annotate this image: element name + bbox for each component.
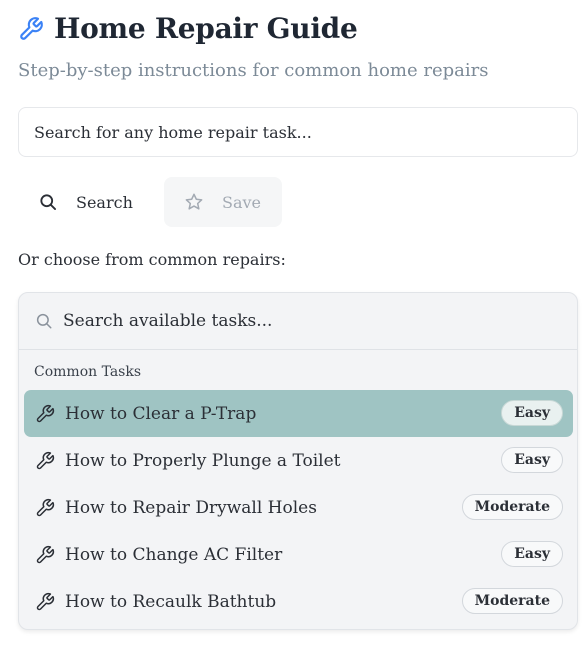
main-search-box — [18, 107, 578, 157]
task-item[interactable]: How to Repair Drywall Holes Moderate — [24, 484, 573, 531]
search-icon — [40, 194, 56, 210]
difficulty-badge: Moderate — [461, 588, 563, 614]
difficulty-badge: Easy — [501, 447, 563, 473]
group-label-common-tasks: Common Tasks — [34, 364, 142, 380]
save-button[interactable]: Save — [164, 177, 282, 227]
page-header: Home Repair Guide — [18, 12, 358, 45]
task-item[interactable]: How to Recaulk Bathtub Moderate — [24, 578, 573, 625]
search-button[interactable]: Search — [18, 177, 148, 227]
star-icon — [185, 193, 203, 210]
task-item[interactable]: How to Properly Plunge a Toilet Easy — [24, 437, 573, 484]
task-label: How to Recaulk Bathtub — [65, 591, 277, 612]
task-picker-panel: Common Tasks How to Clear a P-Trap Easy … — [18, 292, 578, 630]
task-search-bar — [19, 293, 577, 350]
search-icon — [36, 313, 52, 329]
wrench-icon — [36, 404, 55, 422]
wrench-icon — [36, 451, 55, 469]
difficulty-badge: Easy — [501, 541, 563, 567]
page-title: Home Repair Guide — [54, 12, 358, 45]
page-subtitle: Step-by-step instructions for common hom… — [18, 60, 489, 81]
wrench-icon — [36, 545, 55, 563]
main-search-input[interactable] — [19, 108, 577, 156]
difficulty-badge: Moderate — [461, 494, 563, 520]
task-list: How to Clear a P-Trap Easy How to Proper… — [24, 390, 573, 625]
wrench-icon — [36, 498, 55, 516]
task-item[interactable]: How to Change AC Filter Easy — [24, 531, 573, 578]
choose-prompt: Or choose from common repairs: — [18, 250, 286, 269]
task-label: How to Properly Plunge a Toilet — [65, 450, 341, 471]
task-label: How to Repair Drywall Holes — [65, 497, 317, 518]
task-item[interactable]: How to Clear a P-Trap Easy — [24, 390, 573, 437]
search-button-label: Search — [76, 192, 133, 212]
task-label: How to Clear a P-Trap — [65, 403, 257, 424]
difficulty-badge: Easy — [501, 400, 563, 426]
wrench-icon — [36, 592, 55, 610]
wrench-icon — [20, 16, 43, 40]
save-button-label: Save — [222, 192, 262, 212]
task-search-input[interactable] — [63, 311, 533, 331]
task-label: How to Change AC Filter — [65, 544, 283, 565]
